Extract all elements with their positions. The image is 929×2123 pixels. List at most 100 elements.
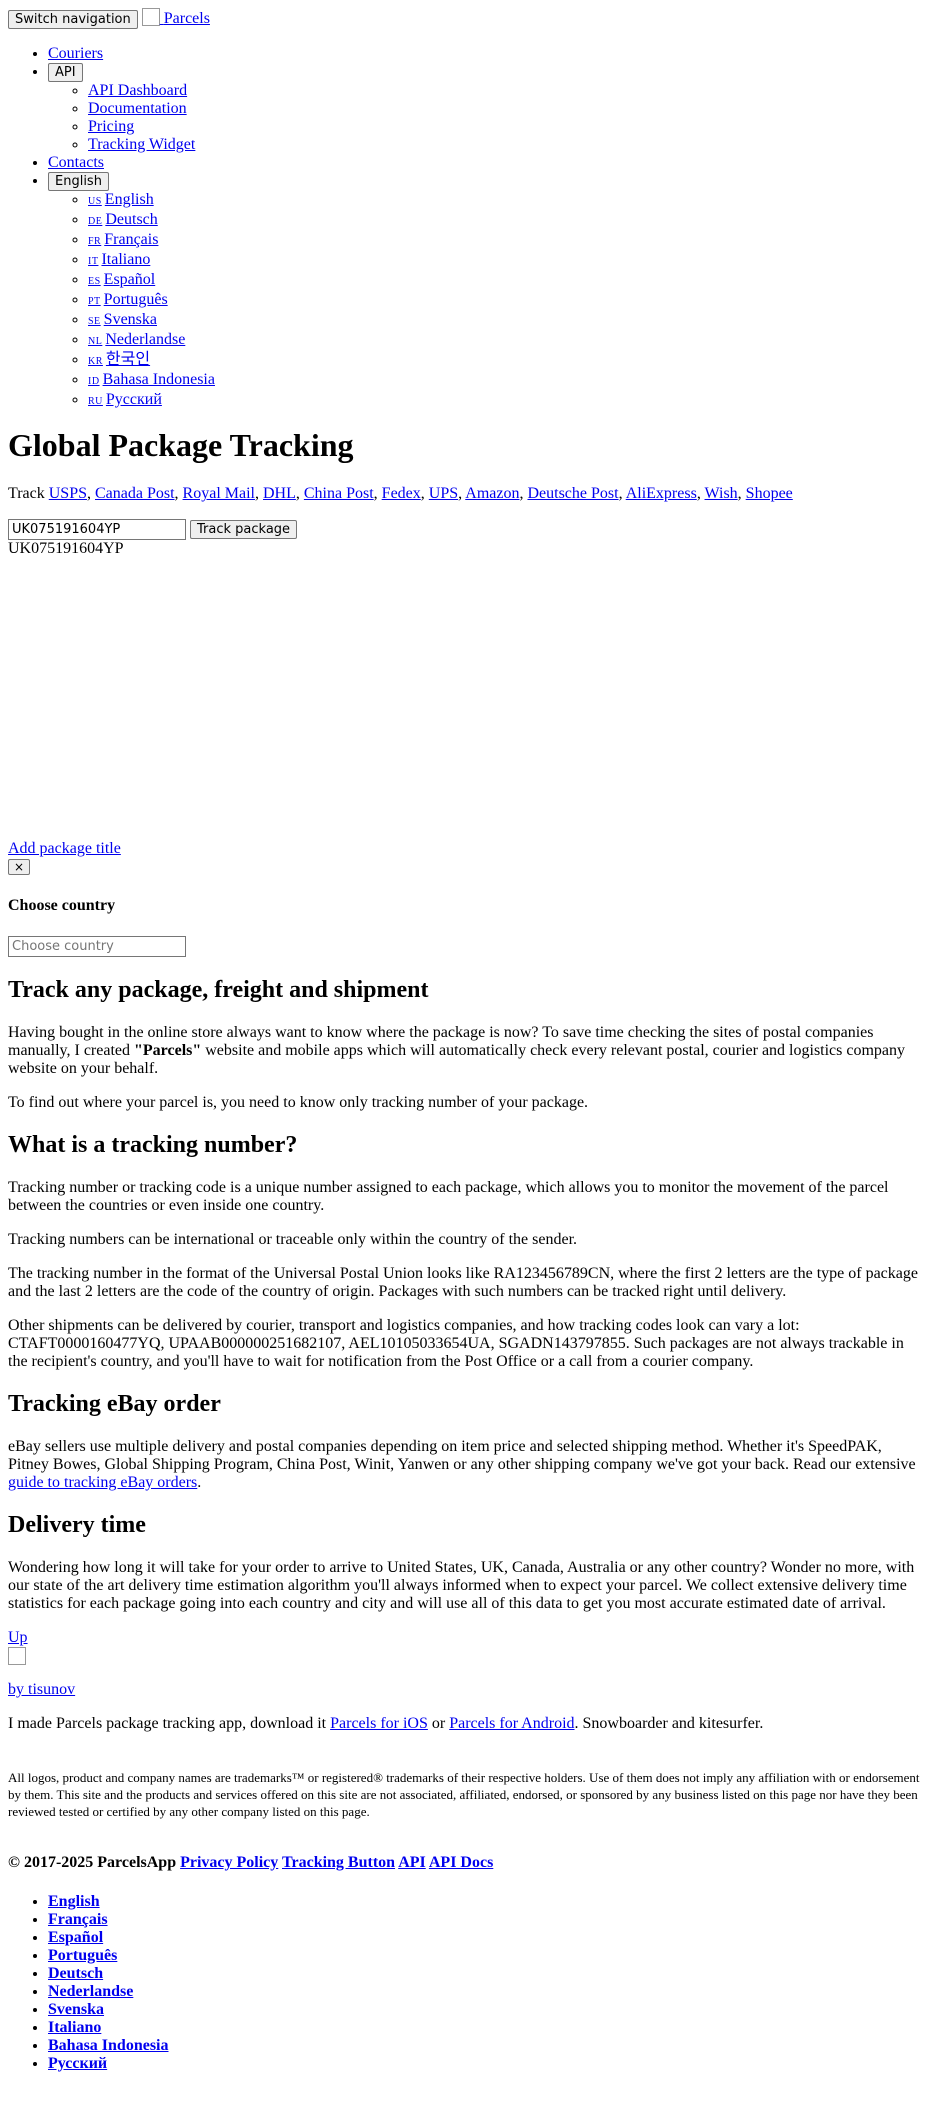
footer-language-item: Deutsch xyxy=(48,1965,921,1983)
api-menu-item: Pricing xyxy=(88,118,921,136)
carrier-link[interactable]: AliExpress xyxy=(626,485,697,502)
country-input[interactable] xyxy=(8,936,186,957)
carrier-link[interactable]: Wish xyxy=(705,485,738,502)
contacts-link[interactable]: Contacts xyxy=(48,154,104,171)
language-link[interactable]: PT Português xyxy=(88,291,168,308)
footer-language-link[interactable]: Svenska xyxy=(48,2001,104,2018)
pricing-link[interactable]: Pricing xyxy=(88,118,134,135)
carrier-link[interactable]: Shopee xyxy=(746,485,793,502)
page-title: Global Package Tracking xyxy=(8,427,354,463)
language-menu-item: USEnglish xyxy=(88,191,921,211)
carrier-link[interactable]: Amazon xyxy=(465,485,519,502)
carrier-link[interactable]: China Post xyxy=(304,485,374,502)
language-label: Deutsch xyxy=(105,211,158,228)
footer-language-link[interactable]: Português xyxy=(48,1947,117,1964)
language-menu-item: NLNederlandse xyxy=(88,331,921,351)
tracking-button-link[interactable]: Tracking Button xyxy=(282,1854,395,1871)
ios-app-link[interactable]: Parcels for iOS xyxy=(330,1715,428,1732)
ebay-guide-link[interactable]: guide to tracking eBay orders xyxy=(8,1474,197,1491)
api-dashboard-link[interactable]: API Dashboard xyxy=(88,82,187,99)
language-menu-item: DEDeutsch xyxy=(88,211,921,231)
flag-nl-icon: NL xyxy=(88,336,103,347)
carrier-link[interactable]: UPS xyxy=(429,485,458,502)
tracking-number-input[interactable] xyxy=(8,519,186,540)
carrier-links: Track USPS, Canada Post, Royal Mail, DHL… xyxy=(8,485,793,502)
language-menu-item: RUРусский xyxy=(88,391,921,411)
paragraph: To find out where your parcel is, you ne… xyxy=(8,1094,589,1111)
carrier-link[interactable]: Deutsche Post xyxy=(527,485,618,502)
carrier-link[interactable]: Fedex xyxy=(382,485,421,502)
flag-pt-icon: PT xyxy=(88,296,101,307)
footer-language-item: English xyxy=(48,1893,921,1911)
footer-language-link[interactable]: Deutsch xyxy=(48,1965,103,1982)
author-link[interactable]: by tisunov xyxy=(8,1681,75,1698)
language-link[interactable]: IT Italiano xyxy=(88,251,150,268)
language-link[interactable]: US English xyxy=(88,191,154,208)
footer-language-item: Français xyxy=(48,1911,921,1929)
language-label: English xyxy=(104,191,154,208)
text: eBay sellers use multiple delivery and p… xyxy=(8,1438,916,1473)
nav-item-contacts: Contacts xyxy=(48,154,921,172)
footer-language-link[interactable]: Français xyxy=(48,1911,108,1928)
paragraph: The tracking number in the format of the… xyxy=(8,1265,918,1300)
couriers-link[interactable]: Couriers xyxy=(48,45,103,62)
author-section: Up by tisunov I made Parcels package tra… xyxy=(8,1629,921,1733)
language-menu-item: ITItaliano xyxy=(88,251,921,271)
language-link[interactable]: NL Nederlandse xyxy=(88,331,185,348)
language-menu-item: PTPortuguês xyxy=(88,291,921,311)
footer-language-link[interactable]: Nederlandse xyxy=(48,1983,133,2000)
close-button[interactable]: × xyxy=(8,859,31,875)
api-docs-link[interactable]: API Docs xyxy=(429,1854,493,1871)
footer-language-link[interactable]: Italiano xyxy=(48,2019,101,2036)
language-link[interactable]: ID Bahasa Indonesia xyxy=(88,371,215,388)
parcels-bold: "Parcels" xyxy=(134,1042,202,1059)
documentation-link[interactable]: Documentation xyxy=(88,100,187,117)
footer-language-link[interactable]: Bahasa Indonesia xyxy=(48,2037,169,2054)
language-label: Русский xyxy=(105,391,162,408)
language-menu-item: KR한국인 xyxy=(88,351,921,371)
language-link[interactable]: DE Deutsch xyxy=(88,211,158,228)
paragraph: Having bought in the online store always… xyxy=(8,1024,921,1078)
carrier-link[interactable]: Royal Mail xyxy=(183,485,255,502)
disclaimer: All logos, product and company names are… xyxy=(8,1770,920,1819)
flag-fr-icon: FR xyxy=(88,236,102,247)
brand-logo-icon xyxy=(141,8,160,26)
language-link[interactable]: FR Français xyxy=(88,231,158,248)
carrier-link[interactable]: Canada Post xyxy=(95,485,175,502)
nav-toggle-button[interactable]: Switch navigation xyxy=(8,10,138,29)
text: I made Parcels package tracking app, dow… xyxy=(8,1715,331,1732)
language-link[interactable]: KR 한국인 xyxy=(88,351,150,368)
language-link[interactable]: SE Svenska xyxy=(88,311,157,328)
language-label: Español xyxy=(103,271,156,288)
footer-language-link[interactable]: Русский xyxy=(48,2055,107,2072)
language-label: Français xyxy=(104,231,159,248)
language-link[interactable]: RU Русский xyxy=(88,391,162,408)
author-bio: I made Parcels package tracking app, dow… xyxy=(8,1715,921,1733)
footer-language-item: Nederlandse xyxy=(48,1983,921,2001)
api-menu-item: Tracking Widget xyxy=(88,136,921,154)
privacy-policy-link[interactable]: Privacy Policy xyxy=(180,1854,278,1871)
text: . xyxy=(197,1474,202,1491)
carrier-link[interactable]: USPS xyxy=(49,485,87,502)
footer-language-list: English Français Español Português Deuts… xyxy=(8,1893,921,2073)
tracking-form: Track package xyxy=(8,519,921,540)
carrier-link[interactable]: DHL xyxy=(263,485,296,502)
track-package-button[interactable]: Track package xyxy=(190,520,298,539)
nav-item-language: English USEnglish DEDeutsch FRFrançais I… xyxy=(48,172,921,411)
language-menu-item: ESEspañol xyxy=(88,271,921,291)
up-link[interactable]: Up xyxy=(8,1629,28,1646)
language-label: Bahasa Indonesia xyxy=(102,371,215,388)
footer-language-link[interactable]: Español xyxy=(48,1929,103,1946)
footer-language-link[interactable]: English xyxy=(48,1893,100,1910)
tracking-widget-link[interactable]: Tracking Widget xyxy=(88,136,195,153)
api-link[interactable]: API xyxy=(398,1854,426,1871)
android-app-link[interactable]: Parcels for Android xyxy=(449,1715,574,1732)
flag-es-icon: ES xyxy=(88,276,101,287)
author-avatar-icon xyxy=(8,1647,26,1665)
brand-link[interactable]: Parcels xyxy=(141,8,210,27)
section-heading: Delivery time xyxy=(8,1512,146,1538)
api-dropdown-button[interactable]: API xyxy=(48,63,83,82)
language-link[interactable]: ES Español xyxy=(88,271,155,288)
language-dropdown-button[interactable]: English xyxy=(48,172,109,191)
add-package-title-link[interactable]: Add package title xyxy=(8,840,121,857)
